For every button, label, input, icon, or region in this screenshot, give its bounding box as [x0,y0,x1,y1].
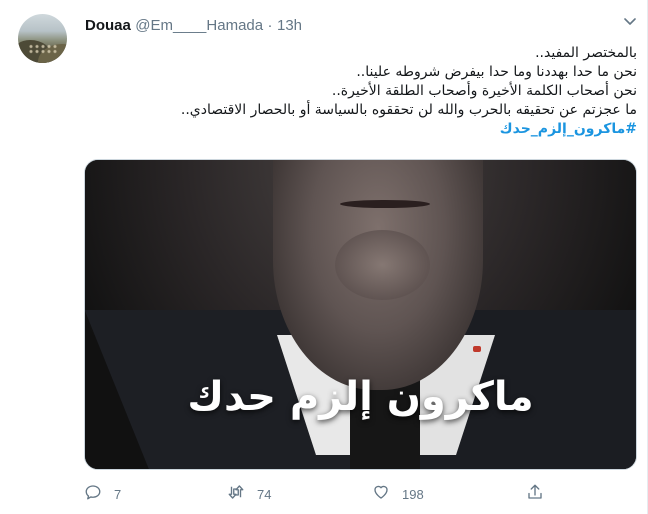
avatar[interactable] [18,14,67,63]
tweet-text: بالمختصر المفيد.. نحن ما حدا بهددنا وما … [85,44,637,139]
chevron-down-icon[interactable] [622,14,638,28]
media-overlay-text: ماكرون إلزم حدك [187,374,534,420]
reply-button[interactable]: 7 [84,482,121,506]
tweet-header: Douaa @Em____Hamada · 13h [85,17,302,34]
tweet-text-line: نحن ما حدا بهددنا وما حدا بيفرض شروطه عل… [356,64,637,80]
tweet-text-line: نحن أصحاب الكلمة الأخيرة وأصحاب الطلقة ا… [331,83,637,99]
tweet-timestamp[interactable]: 13h [277,17,302,34]
like-button[interactable]: 198 [372,482,424,506]
reply-icon [84,483,102,505]
share-button[interactable] [526,482,544,506]
hashtag-link[interactable]: #ماكرون_إلزم_حدك [85,120,637,139]
user-handle[interactable]: @Em____Hamada [135,17,263,34]
tweet-text-line: بالمختصر المفيد.. [535,45,637,61]
like-count: 198 [402,486,424,502]
lapel-pin [473,346,481,352]
heart-icon [372,483,390,505]
retweet-icon [227,483,245,505]
retweet-button[interactable]: 74 [227,482,271,506]
tweet-media-image[interactable]: ماكرون إلزم حدك [84,159,637,470]
user-name[interactable]: Douaa [85,17,131,34]
tweet-card[interactable]: Douaa @Em____Hamada · 13h بالمختصر المفي… [0,0,648,514]
tweet-text-line: ما عجزتم عن تحقيقه بالحرب والله لن تحققو… [180,102,637,118]
tweet-actions: 7 74 198 [84,482,554,506]
reply-count: 7 [114,486,122,502]
separator-dot: · [267,17,273,34]
retweet-count: 74 [257,486,272,502]
share-icon [526,483,544,505]
